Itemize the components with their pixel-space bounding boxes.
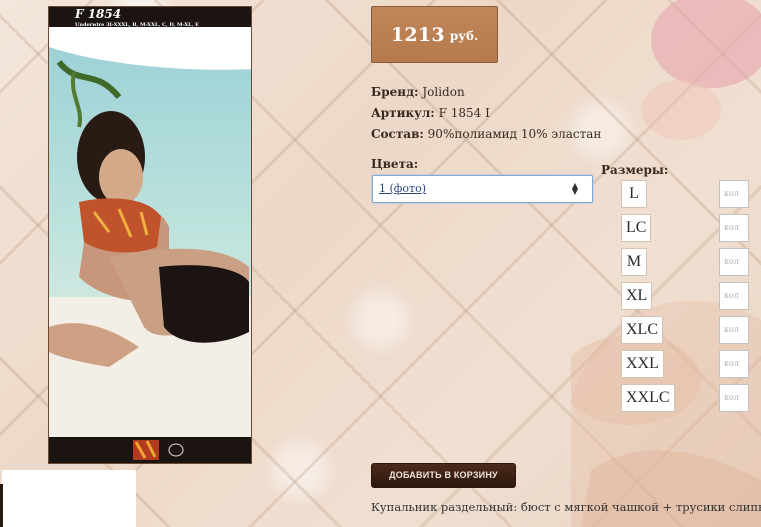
attribute-brand: Бренд: Jolidon xyxy=(371,82,601,103)
attribute-value: Jolidon xyxy=(422,85,465,99)
size-option-xxl[interactable]: XXL xyxy=(621,350,664,378)
color-select-value: 1 (фото) xyxy=(379,182,427,195)
quantity-input-xxl[interactable]: кол xyxy=(719,350,749,378)
attribute-article: Артикул: F 1854 I xyxy=(371,103,601,124)
sizes-label: Размеры: xyxy=(601,163,669,177)
size-option-xlc[interactable]: XLC xyxy=(621,316,663,344)
edge-sliver xyxy=(0,484,3,527)
product-attributes: Бренд: Jolidon Артикул: F 1854 I Состав:… xyxy=(371,82,601,145)
price-currency: руб. xyxy=(449,29,479,43)
add-to-cart-button[interactable]: ДОБАВИТЬ В КОРЗИНУ xyxy=(371,463,516,488)
size-option-m[interactable]: M xyxy=(621,248,647,276)
quantity-input-l[interactable]: кол xyxy=(719,180,749,208)
white-panel xyxy=(2,470,136,527)
attribute-label: Состав: xyxy=(371,127,424,141)
product-description: Купальник раздельный: бюст с мягкой чашк… xyxy=(371,500,761,514)
thumbnail-outline[interactable] xyxy=(163,440,189,460)
swimsuit-model-image xyxy=(49,27,251,445)
color-select[interactable]: 1 (фото) ▲ ▼ xyxy=(372,175,593,203)
attribute-composition: Состав: 90%полиамид 10% эластан xyxy=(371,124,601,145)
photo-header: F 1854 Underwire 3I-XXXL, B, M-XXL, C, D… xyxy=(49,7,251,28)
price-value: 1213 xyxy=(390,23,445,46)
size-option-lc[interactable]: LC xyxy=(621,214,652,242)
select-updown-icon: ▲ ▼ xyxy=(571,181,578,196)
attribute-value: F 1854 I xyxy=(438,106,490,120)
product-photo[interactable]: F 1854 Underwire 3I-XXXL, B, M-XXL, C, D… xyxy=(48,6,252,464)
quantity-input-lc[interactable]: кол xyxy=(719,214,749,242)
thumbnail-swatch[interactable] xyxy=(133,440,159,460)
quantity-input-m[interactable]: кол xyxy=(719,248,749,276)
attribute-label: Артикул: xyxy=(371,106,435,120)
size-option-xxlc[interactable]: XXLC xyxy=(621,384,675,412)
size-option-l[interactable]: L xyxy=(621,180,647,208)
quantity-input-xxlc[interactable]: кол xyxy=(719,384,749,412)
colors-label: Цвета: xyxy=(371,157,419,171)
price-box: 1213 руб. xyxy=(371,6,498,63)
photo-thumbnails xyxy=(49,437,251,463)
quantity-input-xl[interactable]: кол xyxy=(719,282,749,310)
size-option-xl[interactable]: XL xyxy=(621,282,653,310)
attribute-value: 90%полиамид 10% эластан xyxy=(427,127,602,141)
attribute-label: Бренд: xyxy=(371,85,419,99)
quantity-input-xlc[interactable]: кол xyxy=(719,316,749,344)
